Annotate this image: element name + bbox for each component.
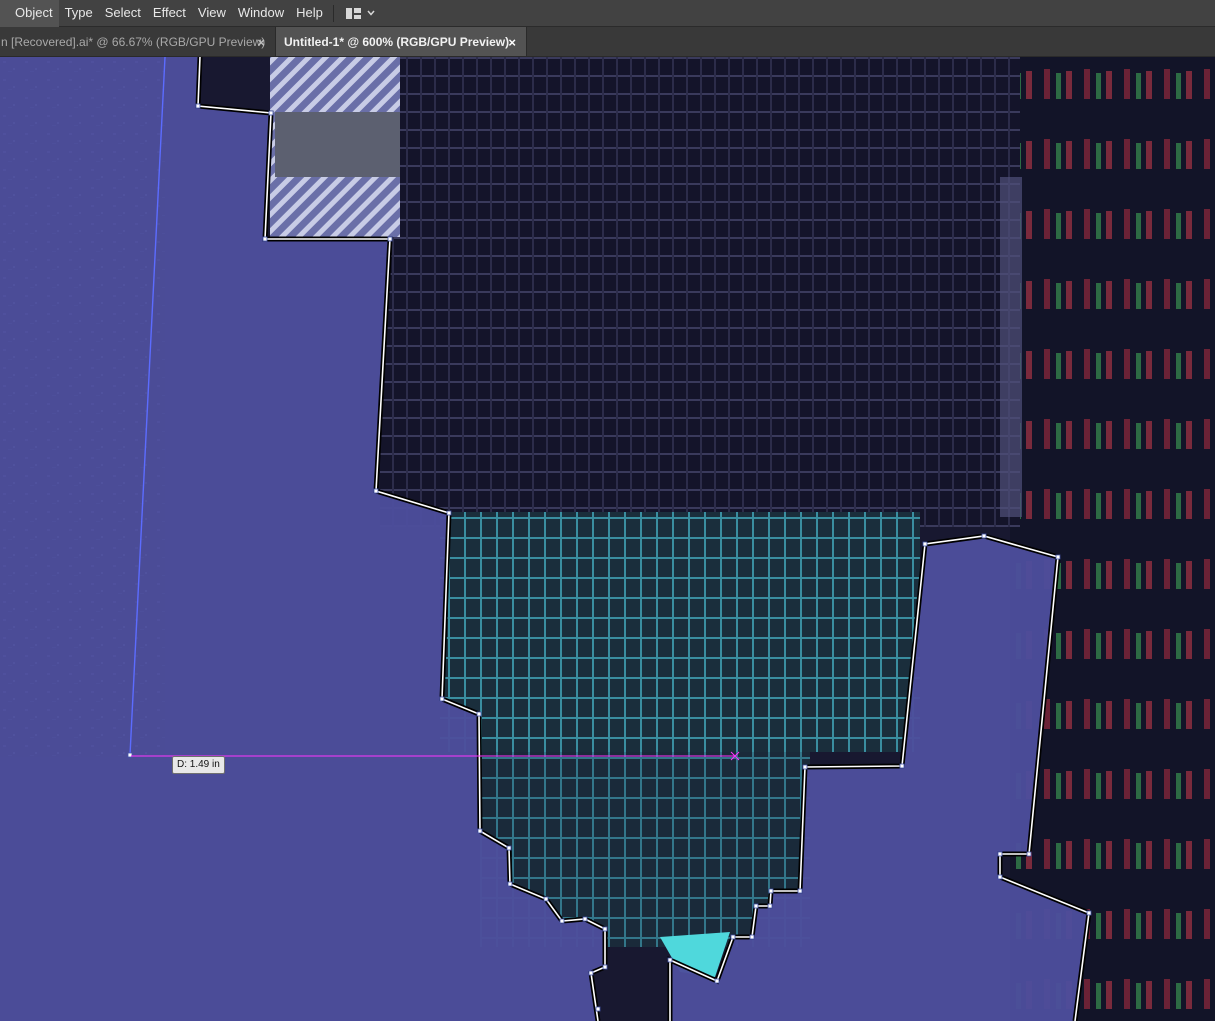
distance-readout: D: 1.49 in [172, 756, 225, 774]
close-icon[interactable]: × [508, 35, 516, 50]
canvas-artwork [0, 57, 1215, 1021]
tab-label: Untitled-1* @ 600% (RGB/GPU Preview) [284, 34, 510, 49]
chevron-down-icon [367, 10, 375, 16]
document-tab-untitled-1[interactable]: Untitled-1* @ 600% (RGB/GPU Preview) × [276, 27, 527, 56]
menu-window[interactable]: Window [232, 0, 290, 27]
menu-view[interactable]: View [192, 0, 232, 27]
workspace-switcher-button[interactable] [342, 0, 379, 27]
workspace-layout-icon [345, 7, 361, 19]
tab-label: n [Recovered].ai* @ 66.67% (RGB/GPU Prev… [1, 34, 266, 49]
menu-type[interactable]: Type [59, 0, 99, 27]
menu-separator [332, 4, 334, 22]
menu-effect[interactable]: Effect [147, 0, 192, 27]
document-tab-recovered[interactable]: n [Recovered].ai* @ 66.67% (RGB/GPU Prev… [0, 27, 276, 56]
artboard-canvas[interactable]: D: 1.49 in [0, 57, 1215, 1021]
menu-select[interactable]: Select [99, 0, 147, 27]
menu-object[interactable]: Object [0, 0, 59, 27]
document-tab-bar: n [Recovered].ai* @ 66.67% (RGB/GPU Prev… [0, 27, 1215, 57]
menu-help[interactable]: Help [290, 0, 329, 27]
close-icon[interactable]: × [257, 35, 265, 50]
menu-bar: Object Type Select Effect View Window He… [0, 0, 1215, 27]
